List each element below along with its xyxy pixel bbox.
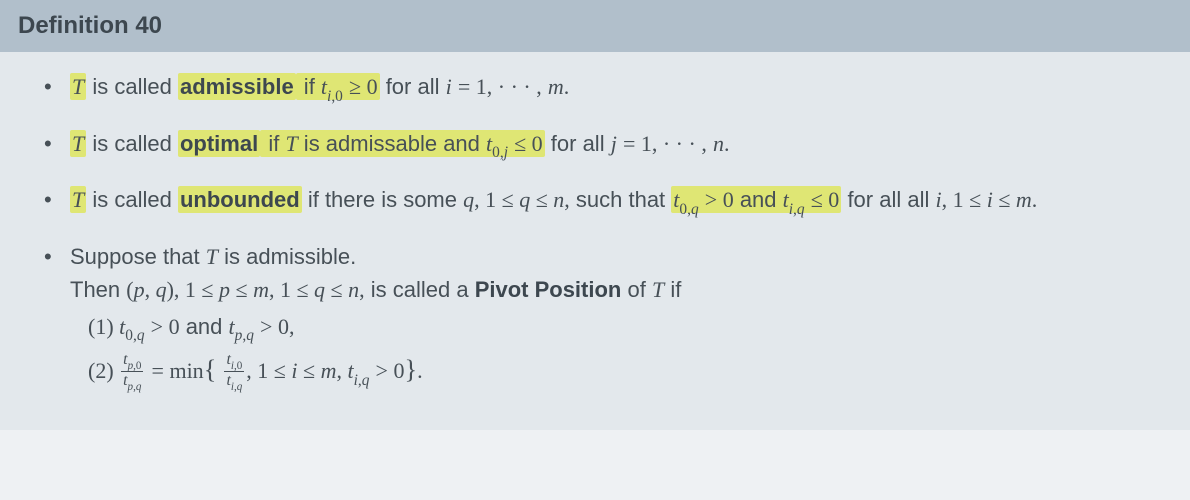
term-unbounded: unbounded <box>178 186 302 213</box>
var-T: T <box>72 187 84 212</box>
text: is called <box>86 131 178 156</box>
text: such that <box>576 187 671 212</box>
text: if there is some <box>302 187 463 212</box>
definition-body: T is called admissible if ti,0 ≥ 0 for a… <box>0 52 1190 430</box>
definition-box: Definition 40 T is called admissible if … <box>0 0 1190 430</box>
definition-items: T is called admissible if ti,0 ≥ 0 for a… <box>40 70 1162 392</box>
text: is called <box>86 187 178 212</box>
term-admissible: admissible <box>178 73 296 100</box>
var-T: T <box>72 74 84 99</box>
item-optimal: T is called optimal if T is admissable a… <box>40 127 1162 164</box>
definition-header: Definition 40 <box>0 0 1190 52</box>
text: if <box>298 74 321 99</box>
item-unbounded: T is called unbounded if there is some q… <box>40 183 1162 220</box>
pivot-cond-1: (1) t0,q > 0 and tp,q > 0, <box>70 310 1162 347</box>
item-admissible: T is called admissible if ti,0 ≥ 0 for a… <box>40 70 1162 107</box>
text: is called <box>86 74 178 99</box>
term-pivot: Pivot Position <box>475 277 622 302</box>
var-T: T <box>72 131 84 156</box>
text: for all <box>847 187 907 212</box>
pivot-cond-2: (2) tp,0 tp,q = min{ ti,0 ti,q , 1 ≤ i ≤… <box>70 350 1162 392</box>
text: for all <box>380 74 446 99</box>
text: for all <box>545 131 611 156</box>
term-optimal: optimal <box>178 130 260 157</box>
item-pivot: Suppose that T is admissible. Then (p, q… <box>40 240 1162 393</box>
